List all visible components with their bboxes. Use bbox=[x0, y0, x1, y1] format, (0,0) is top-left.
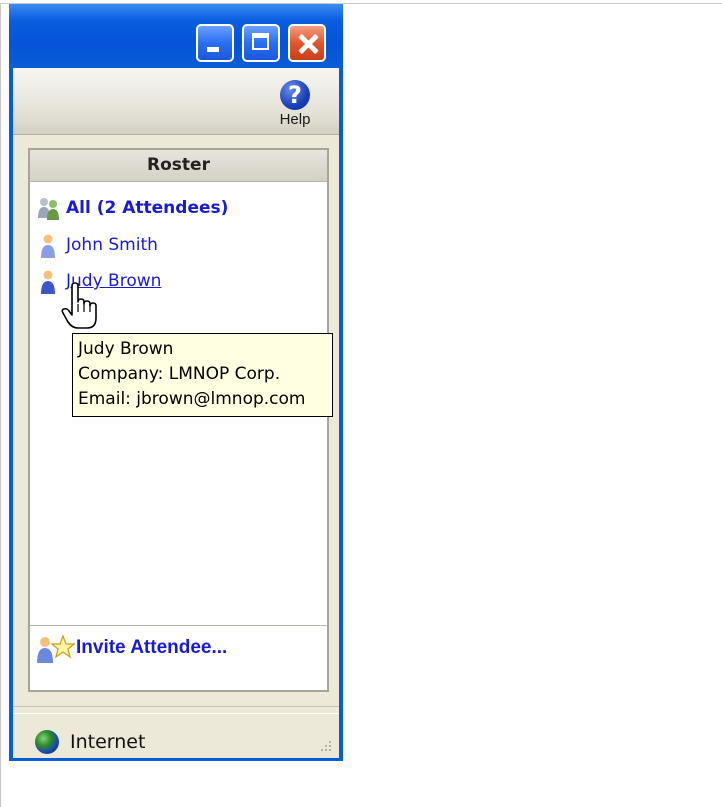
invite-attendee-label: Invite Attendee... bbox=[76, 637, 228, 658]
resize-grip-icon[interactable] bbox=[317, 737, 333, 753]
roster-header: Roster bbox=[30, 150, 327, 182]
roster-divider bbox=[30, 625, 327, 626]
attendee-tooltip: Judy Brown Company: LMNOP Corp. Email: j… bbox=[72, 333, 333, 417]
roster-item-label: John Smith bbox=[66, 235, 158, 255]
globe-icon bbox=[35, 730, 59, 754]
help-label: Help bbox=[279, 111, 311, 128]
status-zone-text: Internet bbox=[70, 731, 146, 753]
close-button[interactable] bbox=[288, 24, 326, 62]
tooltip-name: Judy Brown bbox=[78, 339, 174, 359]
help-icon: ? bbox=[280, 80, 310, 110]
roster-item-label: All (2 Attendees) bbox=[66, 198, 229, 218]
minimize-button[interactable] bbox=[196, 24, 234, 62]
person-icon bbox=[41, 234, 55, 258]
tooltip-email: Email: jbrown@lmnop.com bbox=[78, 389, 306, 409]
toolbar: ? Help bbox=[13, 68, 339, 135]
invite-star-icon bbox=[37, 634, 75, 663]
maximize-button[interactable] bbox=[242, 24, 280, 62]
status-bar: Internet bbox=[13, 706, 339, 758]
hand-cursor-icon bbox=[61, 282, 97, 329]
page-frame-left bbox=[0, 3, 1, 807]
roster-panel: Roster All (2 Attendees) John Smith Judy… bbox=[28, 148, 329, 692]
title-bar[interactable] bbox=[9, 4, 343, 68]
help-button[interactable]: ? Help bbox=[275, 80, 315, 130]
tooltip-company: Company: LMNOP Corp. bbox=[78, 364, 281, 384]
person-icon bbox=[41, 270, 55, 294]
group-icon bbox=[38, 198, 59, 220]
